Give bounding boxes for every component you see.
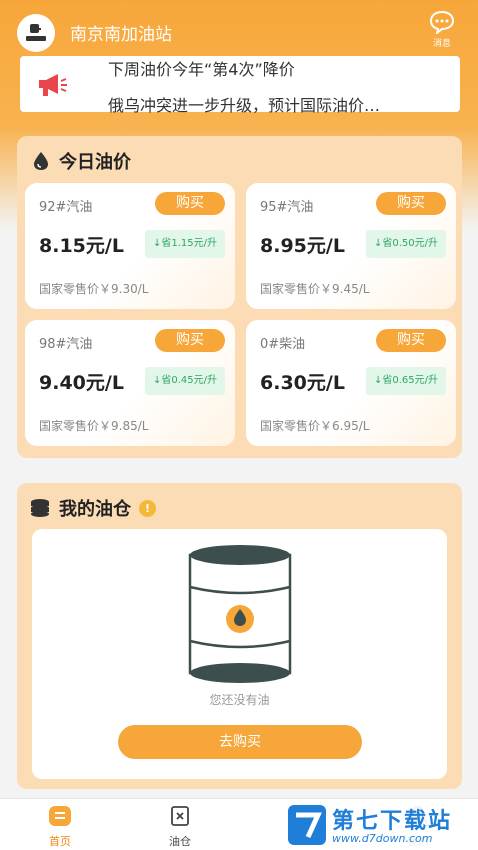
coin-stack-icon [31, 499, 49, 517]
fuel-card-95[interactable]: 95#汽油 购买 8.95元/L ↓省0.50元/升 国家零售价￥9.45/L [246, 183, 456, 309]
megaphone-icon [36, 72, 68, 102]
today-prices-section: 今日油价 92#汽油 购买 8.15元/L ↓省1.15元/升 国家零售价￥9.… [17, 136, 462, 458]
notice-line-1: 下周油价今年“第4次”降价 [108, 60, 295, 79]
retail-price: 国家零售价￥9.85/L [39, 419, 149, 433]
fuel-name: 0#柴油 [260, 337, 306, 352]
fuel-card-98[interactable]: 98#汽油 购买 9.40元/L ↓省0.45元/升 国家零售价￥9.85/L [25, 320, 235, 446]
savings-badge: ↓省0.65元/升 [366, 367, 446, 395]
watermark-url: www.d7down.com [332, 832, 433, 845]
fuel-card-diesel-0[interactable]: 0#柴油 购买 6.30元/L ↓省0.65元/升 国家零售价￥6.95/L [246, 320, 456, 446]
go-buy-button[interactable]: 去购买 [118, 725, 362, 759]
fuel-card-92[interactable]: 92#汽油 购买 8.15元/L ↓省1.15元/升 国家零售价￥9.30/L [25, 183, 235, 309]
fuel-name: 98#汽油 [39, 337, 93, 352]
messages-button[interactable]: 消息 [420, 10, 464, 49]
tab-tank[interactable]: 油仓 [150, 805, 210, 849]
retail-price: 国家零售价￥9.30/L [39, 282, 149, 296]
messages-label: 消息 [432, 39, 451, 49]
notice-bar[interactable]: 下周油价今年“第4次”降价 俄乌冲突进一步升级，预计国际油价… [20, 56, 460, 115]
buy-button[interactable]: 购买 [155, 329, 225, 352]
fuel-price: 8.15元/L [39, 235, 124, 257]
notice-line-2: 俄乌冲突进一步升级，预计国际油价… [108, 96, 381, 115]
watermark: 第七下载站 www.d7down.com [282, 800, 478, 850]
fuel-price: 9.40元/L [39, 372, 124, 394]
message-icon [429, 10, 455, 36]
retail-price: 国家零售价￥6.95/L [260, 419, 370, 433]
tank-icon [171, 806, 189, 826]
buy-button[interactable]: 购买 [155, 192, 225, 215]
my-tank-title: 我的油仓 [59, 499, 131, 520]
oil-barrel-icon [188, 545, 292, 683]
my-tank-header: 我的油仓 ! [29, 495, 156, 521]
fuel-name: 95#汽油 [260, 200, 314, 215]
fuel-name: 92#汽油 [39, 200, 93, 215]
today-prices-title: 今日油价 [59, 152, 131, 173]
savings-badge: ↓省1.15元/升 [145, 230, 225, 258]
fuel-price: 6.30元/L [260, 372, 345, 394]
empty-tank-text: 您还没有油 [209, 693, 270, 707]
station-logo-icon [26, 24, 46, 41]
tank-content: 您还没有油 去购买 [32, 529, 447, 779]
savings-badge: ↓省0.50元/升 [366, 230, 446, 258]
watermark-logo-icon [288, 805, 326, 845]
tab-tank-label: 油仓 [169, 835, 191, 848]
top-bar: 南京南加油站 消息 [0, 0, 478, 62]
my-tank-section: 我的油仓 ! 您还没有油 去购买 [17, 483, 462, 789]
station-name[interactable]: 南京南加油站 [70, 20, 172, 45]
station-logo[interactable] [17, 14, 55, 52]
buy-button[interactable]: 购买 [376, 329, 446, 352]
today-prices-header: 今日油价 [31, 148, 131, 174]
tab-home[interactable]: 首页 [30, 805, 90, 849]
watermark-title: 第七下载站 [332, 809, 453, 834]
fuel-price: 8.95元/L [260, 235, 345, 257]
savings-badge: ↓省0.45元/升 [145, 367, 225, 395]
retail-price: 国家零售价￥9.45/L [260, 282, 370, 296]
home-icon [49, 806, 71, 826]
oil-drop-icon [34, 152, 48, 170]
tab-home-label: 首页 [49, 835, 71, 848]
buy-button[interactable]: 购买 [376, 192, 446, 215]
info-icon[interactable]: ! [139, 499, 156, 517]
